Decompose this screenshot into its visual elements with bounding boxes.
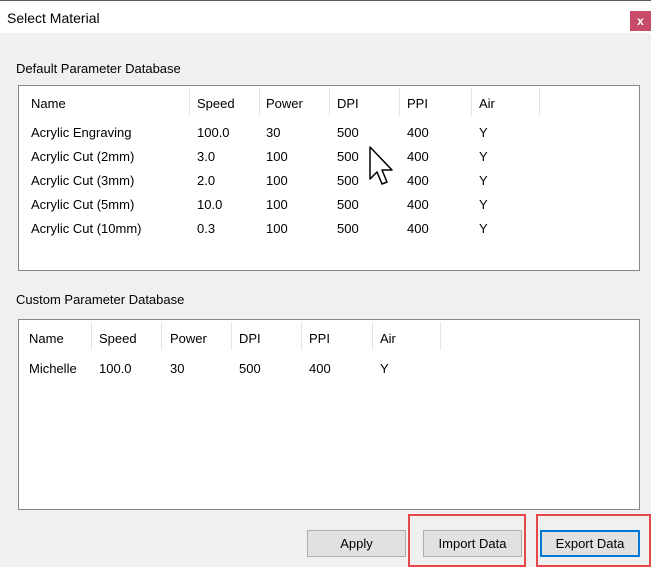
cell-speed: 10.0 — [197, 197, 223, 212]
column-separator[interactable] — [301, 322, 302, 350]
cell-dpi: 500 — [337, 221, 359, 236]
column-separator[interactable] — [189, 88, 190, 116]
mouse-cursor-icon — [368, 145, 398, 192]
column-header-ppi[interactable]: PPI — [407, 96, 428, 111]
cell-power: 100 — [266, 149, 288, 164]
custom-db-label: Custom Parameter Database — [16, 292, 185, 307]
column-separator[interactable] — [231, 322, 232, 350]
cell-name: Acrylic Cut (3mm) — [31, 173, 135, 188]
cell-name: Acrylic Cut (2mm) — [31, 149, 135, 164]
column-header-dpi[interactable]: DPI — [239, 331, 261, 346]
column-header-power[interactable]: Power — [170, 331, 207, 346]
column-separator[interactable] — [539, 88, 540, 116]
table-row[interactable]: Michelle 100.0 30 500 400 Y — [19, 361, 639, 385]
cell-speed: 2.0 — [197, 173, 216, 188]
column-header-speed[interactable]: Speed — [197, 96, 235, 111]
import-highlight-box — [408, 514, 526, 567]
cell-air: Y — [479, 197, 488, 212]
cell-power: 100 — [266, 173, 288, 188]
cell-air: Y — [479, 221, 488, 236]
cell-ppi: 400 — [407, 221, 429, 236]
close-button[interactable]: x — [630, 11, 651, 31]
column-separator[interactable] — [161, 322, 162, 350]
cell-ppi: 400 — [407, 149, 429, 164]
cell-dpi: 500 — [337, 149, 359, 164]
cell-power: 100 — [266, 221, 288, 236]
cell-speed: 100.0 — [197, 125, 230, 140]
column-separator[interactable] — [471, 88, 472, 116]
close-icon: x — [637, 14, 644, 28]
column-separator[interactable] — [329, 88, 330, 116]
table-row[interactable]: Acrylic Cut (10mm) 0.3 100 500 400 Y — [19, 221, 639, 245]
cell-dpi: 500 — [239, 361, 261, 376]
table-row[interactable]: Acrylic Cut (2mm) 3.0 100 500 400 Y — [19, 149, 639, 173]
column-header-name[interactable]: Name — [29, 331, 64, 346]
cell-power: 100 — [266, 197, 288, 212]
default-parameter-list[interactable]: Name Speed Power DPI PPI Air Acrylic Engraving… — [18, 85, 640, 271]
column-separator[interactable] — [399, 88, 400, 116]
cell-air: Y — [380, 361, 389, 376]
cell-name: Acrylic Cut (5mm) — [31, 197, 135, 212]
cell-speed: 100.0 — [99, 361, 132, 376]
export-highlight-box — [536, 514, 651, 567]
cell-ppi: 400 — [407, 173, 429, 188]
default-db-label: Default Parameter Database — [16, 61, 181, 76]
cell-air: Y — [479, 149, 488, 164]
column-separator[interactable] — [91, 322, 92, 350]
column-header-air[interactable]: Air — [380, 331, 396, 346]
cell-air: Y — [479, 125, 488, 140]
column-separator[interactable] — [440, 322, 441, 350]
window-title: Select Material — [7, 10, 100, 26]
apply-button[interactable]: Apply — [307, 530, 406, 557]
cell-dpi: 500 — [337, 125, 359, 140]
custom-parameter-list[interactable]: Name Speed Power DPI PPI Air Michelle 100.0 30 50… — [18, 319, 640, 510]
cell-ppi: 400 — [407, 125, 429, 140]
column-separator[interactable] — [372, 322, 373, 350]
cell-speed: 3.0 — [197, 149, 216, 164]
table-row[interactable]: Acrylic Cut (3mm) 2.0 100 500 400 Y — [19, 173, 639, 197]
table-row[interactable]: Acrylic Engraving 100.0 30 500 400 Y — [19, 125, 639, 149]
column-separator[interactable] — [259, 88, 260, 116]
cell-power: 30 — [266, 125, 281, 140]
column-header-name[interactable]: Name — [31, 96, 66, 111]
column-header-dpi[interactable]: DPI — [337, 96, 359, 111]
cell-dpi: 500 — [337, 197, 359, 212]
column-header-speed[interactable]: Speed — [99, 331, 137, 346]
cell-power: 30 — [170, 361, 185, 376]
cell-speed: 0.3 — [197, 221, 216, 236]
cell-ppi: 400 — [309, 361, 331, 376]
cell-name: Acrylic Engraving — [31, 125, 132, 140]
cell-name: Michelle — [29, 361, 77, 376]
column-header-power[interactable]: Power — [266, 96, 303, 111]
table-row[interactable]: Acrylic Cut (5mm) 10.0 100 500 400 Y — [19, 197, 639, 221]
title-bar: Select Material x — [0, 1, 651, 33]
cell-dpi: 500 — [337, 173, 359, 188]
cell-name: Acrylic Cut (10mm) — [31, 221, 142, 236]
cell-ppi: 400 — [407, 197, 429, 212]
column-header-air[interactable]: Air — [479, 96, 495, 111]
column-header-ppi[interactable]: PPI — [309, 331, 330, 346]
cell-air: Y — [479, 173, 488, 188]
